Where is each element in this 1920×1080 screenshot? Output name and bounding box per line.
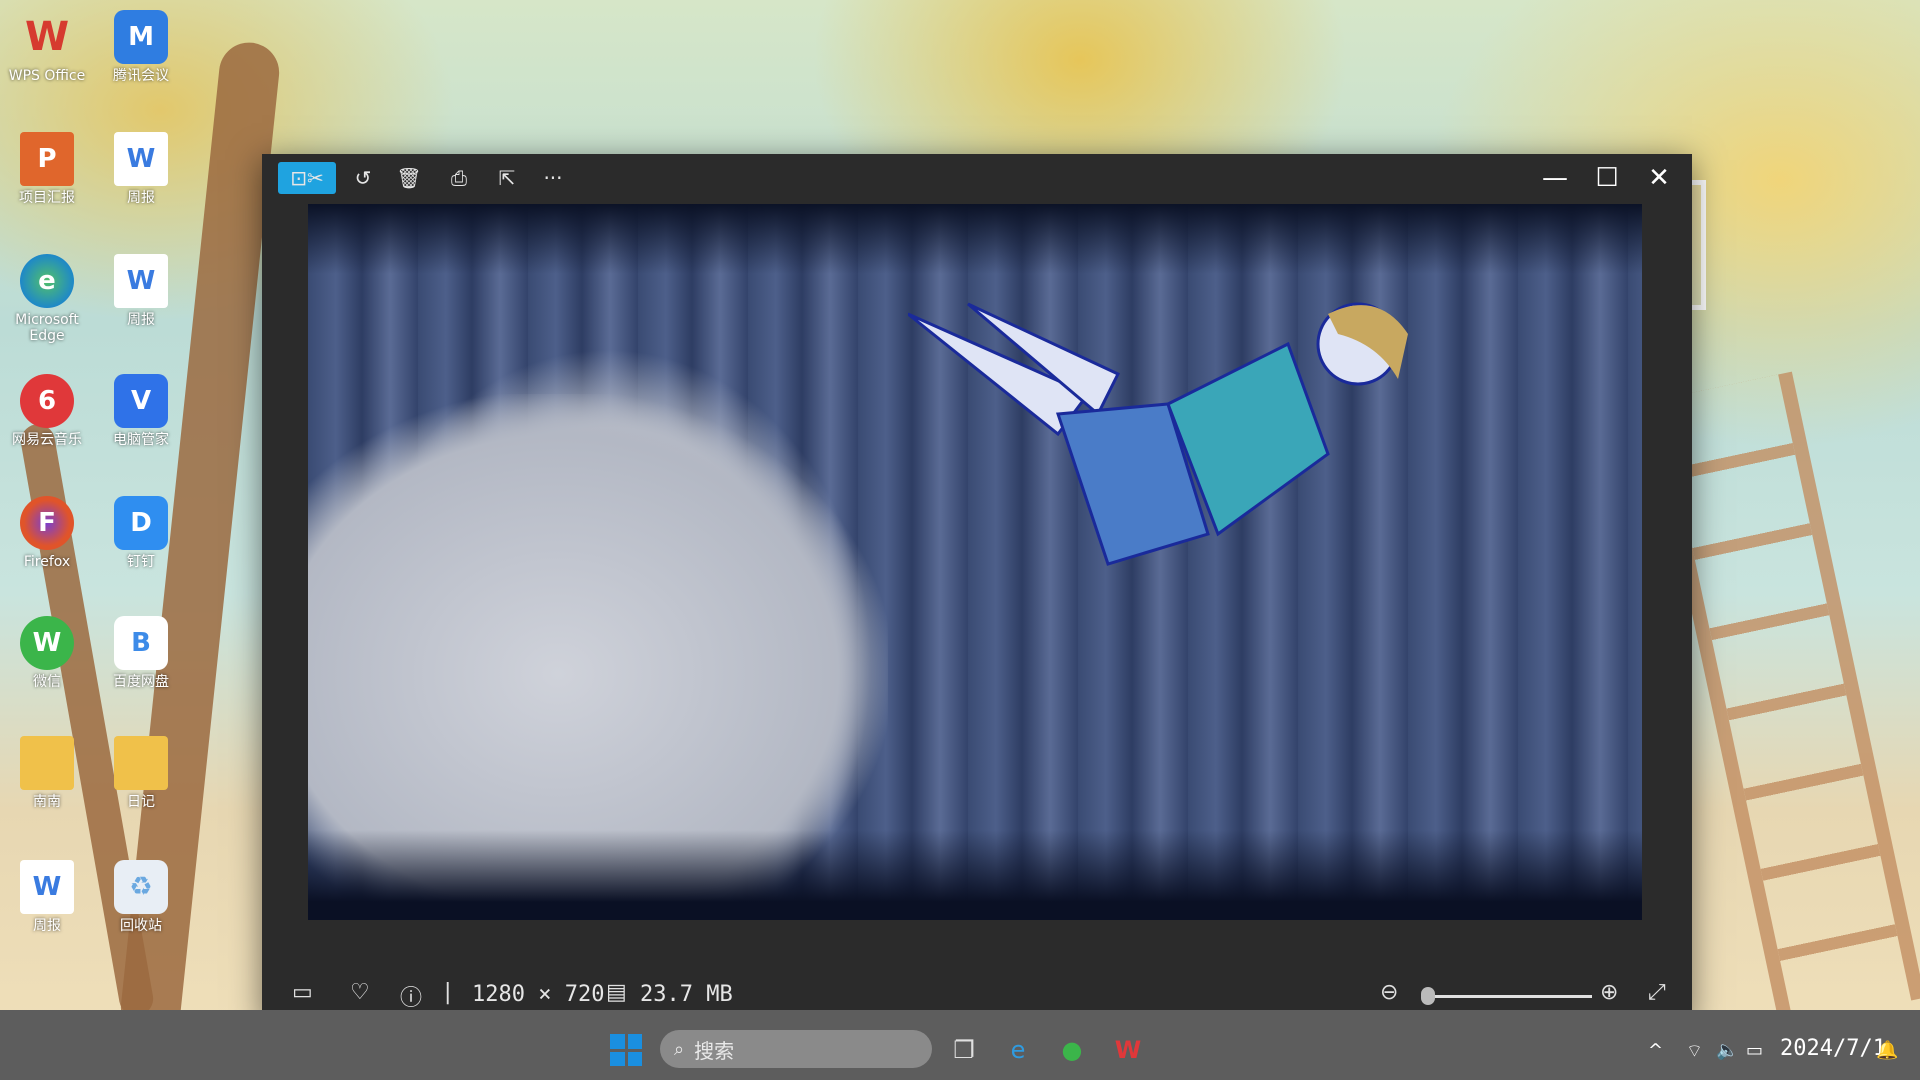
- desktop-icon[interactable]: W 周报: [96, 254, 186, 328]
- delete-button[interactable]: 🗑: [392, 162, 426, 194]
- taskbar: ⌕ 搜索 ❐ e ● W ^ ⌔ 🔈 ▭ 2024/7/1 🔔: [0, 1010, 1920, 1080]
- notification-bell-icon[interactable]: 🔔: [1876, 1040, 1898, 1061]
- desktop-icon-label: 百度网盘: [113, 674, 169, 690]
- film-strip-icon[interactable]: ▭: [292, 980, 313, 1005]
- info-icon[interactable]: ⓘ: [400, 980, 422, 1012]
- desktop-icon-label: Firefox: [23, 554, 71, 570]
- desktop-icon-label: Microsoft Edge: [15, 312, 79, 344]
- desktop-icon-label: 周报: [127, 190, 155, 206]
- desktop-icon-label: 微信: [33, 674, 61, 690]
- viewer-toolbar: ⊡✂ ↺ 🗑 ⎙ ⇱ ··· — ☐ ✕: [262, 154, 1692, 202]
- more-options-button[interactable]: ···: [536, 162, 570, 194]
- netease-music-icon: 6: [20, 374, 74, 428]
- taskbar-search-box[interactable]: ⌕ 搜索: [660, 1030, 932, 1068]
- volume-icon[interactable]: 🔈: [1716, 1040, 1738, 1061]
- desktop-icon[interactable]: e Microsoft Edge: [2, 254, 92, 344]
- start-button[interactable]: [610, 1034, 642, 1066]
- image-resolution: 1280 × 720: [472, 982, 605, 1007]
- word-file-icon: W: [114, 254, 168, 308]
- share-icon: ⇱: [498, 166, 516, 190]
- desktop-icon-label: 电脑管家: [113, 432, 169, 448]
- wechat-taskbar-icon[interactable]: ●: [1054, 1032, 1090, 1068]
- windows-logo-icon: [627, 1034, 642, 1049]
- share-button[interactable]: ⇱: [490, 162, 524, 194]
- desktop-icon-label: 周报: [127, 312, 155, 328]
- desktop-icon[interactable]: M 腾讯会议: [96, 10, 186, 84]
- zoom-slider-track[interactable]: [1422, 995, 1592, 998]
- windows-logo-icon: [627, 1051, 642, 1066]
- windows-logo-icon: [610, 1034, 625, 1049]
- battery-icon[interactable]: ▭: [1746, 1040, 1763, 1061]
- wifi-icon[interactable]: ⌔: [1686, 1040, 1703, 1063]
- desktop-icon-label: 腾讯会议: [113, 68, 169, 84]
- search-placeholder: 搜索: [694, 1038, 735, 1063]
- rotate-icon: ↺: [354, 166, 372, 190]
- pc-manager-shield-icon: V: [114, 374, 168, 428]
- tray-overflow-icon[interactable]: ^: [1648, 1040, 1663, 1061]
- zoom-slider-thumb[interactable]: [1421, 987, 1436, 1005]
- desktop-icon[interactable]: W 周报: [96, 132, 186, 206]
- wps-office-icon: W: [24, 14, 70, 60]
- word-file-icon: W: [20, 860, 74, 914]
- folder-icon: [114, 736, 168, 790]
- print-button[interactable]: ⎙: [442, 162, 476, 194]
- desktop-icon[interactable]: 南南: [2, 736, 92, 810]
- desktop-icon[interactable]: P 项目汇报: [2, 132, 92, 206]
- trash-icon: 🗑: [396, 166, 422, 190]
- maximize-button[interactable]: ☐: [1582, 160, 1632, 196]
- file-size-icon: ▤: [606, 980, 627, 1005]
- windows-logo-icon: [610, 1051, 625, 1066]
- desktop-icon[interactable]: V 电脑管家: [96, 374, 186, 448]
- desktop-icon-label: 回收站: [120, 918, 162, 934]
- image-viewer-window: ⊡✂ ↺ 🗑 ⎙ ⇱ ··· — ☐ ✕ ▭ ♡ ⓘ | 1280 × 720 …: [262, 154, 1692, 1022]
- baidu-netdisk-icon: B: [114, 616, 168, 670]
- word-file-icon: W: [114, 132, 168, 186]
- image-canvas[interactable]: [308, 204, 1642, 920]
- recycle-bin-icon: ♻: [114, 860, 168, 914]
- dingtalk-icon: D: [114, 496, 168, 550]
- firefox-icon: F: [20, 496, 74, 550]
- taskbar-date[interactable]: 2024/7/1: [1780, 1036, 1886, 1061]
- desktop-icon-label: WPS Office: [8, 68, 86, 84]
- desktop-icon-label: 项目汇报: [19, 190, 75, 206]
- tencent-meeting-icon: M: [114, 10, 168, 64]
- desktop-icon[interactable]: W 周报: [2, 860, 92, 934]
- heart-icon[interactable]: ♡: [350, 980, 370, 1005]
- crop-icon: ⊡✂: [290, 166, 324, 190]
- desktop-icon[interactable]: F Firefox: [2, 496, 92, 570]
- artwork-falling-figure: [908, 302, 1408, 566]
- print-icon: ⎙: [451, 166, 467, 190]
- artwork-shadow: [308, 204, 1642, 274]
- ppt-file-icon: P: [20, 132, 74, 186]
- task-view-icon[interactable]: ❐: [946, 1032, 982, 1068]
- zoom-in-icon[interactable]: ⊕: [1600, 980, 1618, 1005]
- minimize-button[interactable]: —: [1530, 160, 1580, 196]
- close-button[interactable]: ✕: [1634, 160, 1684, 196]
- zoom-out-icon[interactable]: ⊖: [1380, 980, 1398, 1005]
- desktop-icon[interactable]: 日记: [96, 736, 186, 810]
- desktop-icon[interactable]: B 百度网盘: [96, 616, 186, 690]
- folder-icon: [20, 736, 74, 790]
- wechat-icon: W: [20, 616, 74, 670]
- desktop-icon-label: 南南: [33, 794, 61, 810]
- desktop-icon-label: 周报: [33, 918, 61, 934]
- divider: |: [444, 980, 452, 1005]
- rotate-button[interactable]: ↺: [346, 162, 380, 194]
- search-icon: ⌕: [674, 1038, 685, 1060]
- desktop-icon-label: 网易云音乐: [12, 432, 82, 448]
- artwork-shadow: [308, 830, 1642, 920]
- desktop-icon[interactable]: 6 网易云音乐: [2, 374, 92, 448]
- edge-taskbar-icon[interactable]: e: [1000, 1032, 1036, 1068]
- desktop-icon[interactable]: ♻ 回收站: [96, 860, 186, 934]
- edge-browser-icon: e: [20, 254, 74, 308]
- desktop-icon-label: 钉钉: [127, 554, 155, 570]
- crop-button[interactable]: ⊡✂: [278, 162, 336, 194]
- wps-taskbar-icon[interactable]: W: [1110, 1032, 1146, 1068]
- desktop-icon[interactable]: W WPS Office: [2, 10, 92, 84]
- file-size: 23.7 MB: [640, 982, 733, 1007]
- fullscreen-icon[interactable]: ⤢: [1648, 980, 1666, 1005]
- desktop-icon-label: 日记: [127, 794, 155, 810]
- desktop-icon[interactable]: D 钉钉: [96, 496, 186, 570]
- desktop-icon[interactable]: W 微信: [2, 616, 92, 690]
